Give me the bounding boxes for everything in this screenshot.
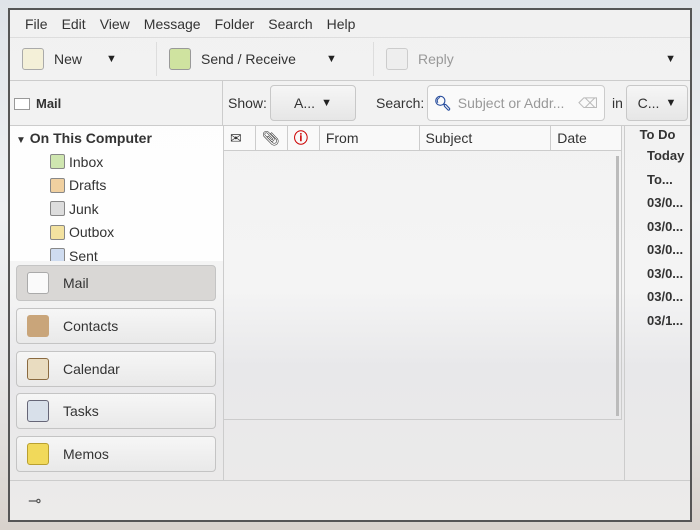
folder-inbox[interactable]: Inbox (10, 150, 223, 174)
search-input[interactable]: 🔍︎ Subject or Addr... ⌫ (427, 85, 605, 121)
todo-item[interactable]: To... (625, 168, 690, 192)
search-placeholder: Subject or Addr... (457, 95, 565, 111)
in-label: in (612, 95, 623, 111)
mail-icon (14, 97, 30, 110)
drafts-icon (50, 177, 65, 193)
contacts-icon (27, 315, 49, 337)
folder-drafts[interactable]: Drafts (10, 174, 223, 198)
todo-item[interactable]: 03/0... (625, 238, 690, 262)
send-receive-icon (169, 48, 191, 70)
junk-icon (50, 201, 65, 217)
todo-panel: To Do Today To... 03/0... 03/0... 03/0..… (624, 126, 690, 480)
switcher-calendar[interactable]: Calendar (16, 351, 216, 387)
reply-label: Reply (418, 51, 454, 67)
chevron-down-icon: ▼ (665, 97, 677, 109)
search-icon: 🔍︎ (434, 94, 452, 111)
root-label: On This Computer (29, 130, 152, 146)
toolbar-overflow-icon[interactable]: ▼ (665, 53, 676, 65)
search-scope-dropdown[interactable]: C... ▼ (626, 85, 688, 121)
todo-item[interactable]: 03/1... (625, 309, 690, 333)
switcher-mail[interactable]: Mail (16, 265, 216, 301)
message-list[interactable]: ✉ 📎︎ ⓘ From Subject Date (224, 126, 622, 420)
send-receive-button[interactable]: Send / Receive ▼ (157, 38, 373, 80)
todo-item[interactable]: 03/0... (625, 262, 690, 286)
evolution-window: File Edit View Message Folder Search Hel… (8, 8, 692, 522)
column-date[interactable]: Date (551, 126, 621, 150)
todo-title: To Do (639, 127, 676, 142)
chevron-down-icon: ▼ (321, 97, 332, 109)
menu-view[interactable]: View (93, 16, 137, 32)
scrollbar[interactable] (616, 156, 619, 416)
search-label: Search: (376, 95, 425, 111)
status-bar: ⊸ (10, 480, 690, 520)
switcher-label: Memos (63, 446, 109, 462)
online-status-icon[interactable]: ⊸ (28, 491, 41, 511)
folder-label: Drafts (69, 177, 107, 194)
folder-sent[interactable]: Sent (10, 244, 223, 261)
calendar-icon (27, 358, 49, 380)
switcher-tasks[interactable]: Tasks (16, 393, 216, 429)
reply-button[interactable]: Reply (374, 38, 466, 80)
new-dropdown-icon[interactable]: ▼ (106, 53, 117, 65)
folder-tree: ▼ On This Computer Inbox Drafts Junk Out… (10, 126, 223, 261)
switcher-label: Tasks (63, 403, 99, 419)
toolbar: New ▼ Send / Receive ▼ Reply ▼ (10, 37, 690, 81)
sidebar-header: Mail (10, 81, 223, 126)
menu-edit[interactable]: Edit (55, 16, 93, 32)
show-value: A... (294, 95, 316, 111)
folder-label: Outbox (69, 224, 115, 241)
sidebar-title: Mail (36, 96, 62, 111)
new-button[interactable]: New ▼ (10, 38, 156, 80)
mail-icon (27, 272, 49, 294)
switcher-contacts[interactable]: Contacts (16, 308, 216, 344)
switcher-label: Mail (63, 275, 89, 291)
attachment-column-icon[interactable]: 📎︎ (256, 126, 288, 150)
switcher-label: Calendar (63, 361, 120, 377)
folder-label: Inbox (69, 153, 104, 170)
show-filter-dropdown[interactable]: A... ▼ (270, 85, 356, 121)
menu-message[interactable]: Message (137, 16, 208, 32)
folder-junk[interactable]: Junk (10, 197, 223, 221)
sent-icon (50, 248, 65, 261)
folder-label: Junk (69, 200, 99, 217)
clear-icon[interactable]: ⌫ (578, 95, 598, 112)
folder-label: Sent (69, 247, 98, 261)
column-headers: ✉ 📎︎ ⓘ From Subject Date (224, 126, 621, 151)
outbox-icon (50, 224, 65, 240)
reply-icon (386, 48, 408, 70)
scope-value: C... (637, 95, 660, 111)
show-label: Show: (228, 95, 267, 111)
send-receive-label: Send / Receive (201, 51, 296, 67)
send-receive-dropdown-icon[interactable]: ▼ (326, 53, 337, 65)
switcher-memos[interactable]: Memos (16, 436, 216, 472)
todo-item[interactable]: 03/0... (625, 285, 690, 309)
tasks-icon (27, 400, 49, 422)
menu-help[interactable]: Help (320, 16, 363, 32)
todo-item[interactable]: 03/0... (625, 191, 690, 215)
column-from[interactable]: From (320, 126, 420, 150)
switcher-label: Contacts (63, 318, 119, 334)
tree-root[interactable]: ▼ On This Computer (10, 126, 223, 150)
inbox-icon (50, 154, 65, 170)
new-label: New (54, 51, 83, 67)
todo-item[interactable]: Today (625, 144, 690, 168)
memos-icon (27, 443, 49, 465)
folder-outbox[interactable]: Outbox (10, 221, 223, 245)
menu-folder[interactable]: Folder (208, 16, 262, 32)
menu-bar: File Edit View Message Folder Search Hel… (10, 10, 690, 37)
todo-item[interactable]: 03/0... (625, 215, 690, 239)
menu-file[interactable]: File (18, 16, 55, 32)
status-column-icon[interactable]: ✉ (224, 126, 256, 150)
expander-icon[interactable]: ▼ (16, 135, 26, 146)
column-subject[interactable]: Subject (420, 126, 552, 150)
flag-column-icon[interactable]: ⓘ (288, 126, 320, 150)
header-bar: Mail Show: A... ▼ Search: 🔍︎ Subject or A… (10, 81, 690, 126)
menu-search[interactable]: Search (261, 16, 319, 32)
new-message-icon (22, 48, 44, 70)
